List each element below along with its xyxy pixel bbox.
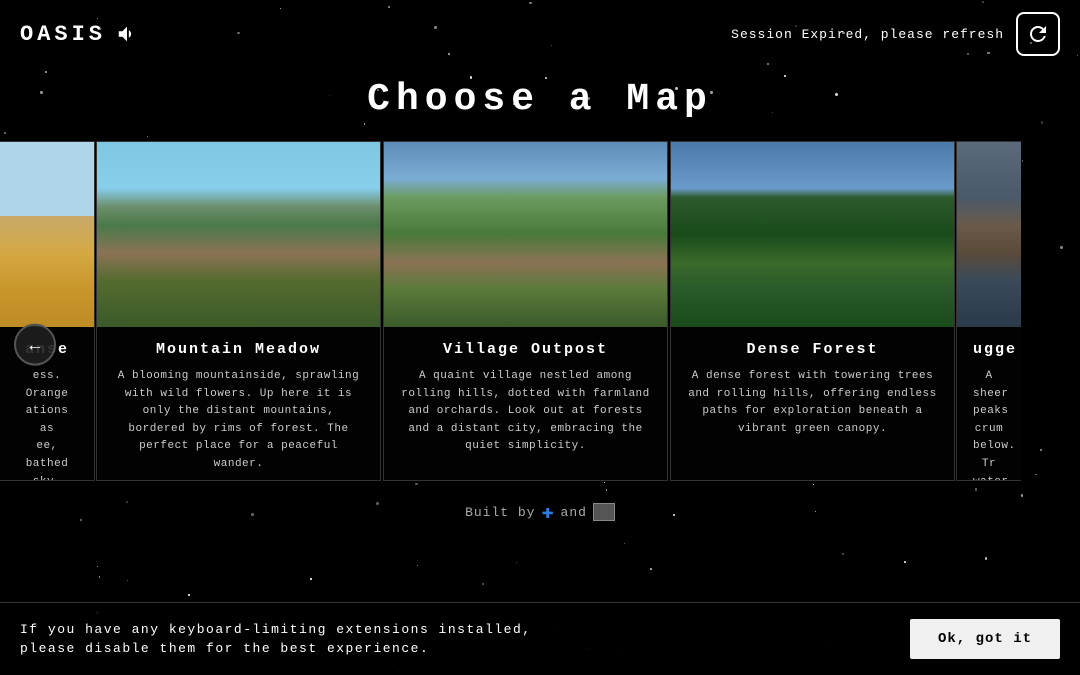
carousel-track: anse ess. Orangeations asee, bathedsky. …: [0, 141, 1080, 481]
ok-got-it-button[interactable]: Ok, got it: [910, 619, 1060, 659]
map-card-rugged[interactable]: ugge A sheerpeaks crumbelow. Trwater, ar…: [956, 141, 1021, 481]
map-info-mountain-meadow: Mountain Meadow A blooming mountainside,…: [97, 327, 380, 481]
built-by-text: Built by: [465, 505, 535, 520]
session-expired-text: Session Expired, please refresh: [731, 27, 1004, 42]
footer: Built by ✚ and: [0, 499, 1080, 525]
map-desc-landscape: ess. Orangeations asee, bathedsky. Ready…: [16, 368, 78, 480]
carousel-prev-button[interactable]: ←: [14, 324, 56, 366]
logo: OASIS: [20, 22, 106, 47]
header-right: Session Expired, please refresh: [731, 12, 1060, 56]
notification-line2: please disable them for the best experie…: [20, 641, 429, 656]
page-title: Choose a Map: [0, 78, 1080, 121]
and-text: and: [561, 505, 587, 520]
volume-icon[interactable]: [116, 23, 138, 45]
map-name-village-outpost: Village Outpost: [400, 341, 651, 358]
map-image-dense-forest: [671, 142, 954, 327]
header: OASIS Session Expired, please refresh: [0, 0, 1080, 68]
map-image-rugged: [957, 142, 1021, 327]
map-desc-rugged: A sheerpeaks crumbelow. Trwater, arocks.…: [973, 368, 1005, 480]
header-left: OASIS: [20, 22, 138, 47]
map-card-mountain-meadow[interactable]: Mountain Meadow A blooming mountainside,…: [96, 141, 381, 481]
map-card-dense-forest[interactable]: Dense Forest A dense forest with towerin…: [670, 141, 955, 481]
map-name-dense-forest: Dense Forest: [687, 341, 938, 358]
box-icon: [593, 503, 615, 521]
notification-text: If you have any keyboard-limiting extens…: [20, 620, 532, 659]
map-card-landscape[interactable]: anse ess. Orangeations asee, bathedsky. …: [0, 141, 95, 481]
map-name-rugged: ugge: [973, 341, 1005, 358]
map-info-dense-forest: Dense Forest A dense forest with towerin…: [671, 327, 954, 480]
map-image-village-outpost: [384, 142, 667, 327]
refresh-button[interactable]: [1016, 12, 1060, 56]
map-info-village-outpost: Village Outpost A quaint village nestled…: [384, 327, 667, 480]
map-desc-dense-forest: A dense forest with towering trees and r…: [687, 368, 938, 438]
map-desc-village-outpost: A quaint village nestled among rolling h…: [400, 368, 651, 456]
plus-icon: ✚: [541, 499, 554, 525]
map-desc-mountain-meadow: A blooming mountainside, sprawling with …: [113, 368, 364, 474]
map-image-mountain-meadow: [97, 142, 380, 327]
notification-bar: If you have any keyboard-limiting extens…: [0, 602, 1080, 675]
notification-line1: If you have any keyboard-limiting extens…: [20, 622, 532, 637]
map-info-rugged: ugge A sheerpeaks crumbelow. Trwater, ar…: [957, 327, 1021, 480]
prev-arrow-icon: ←: [26, 334, 44, 355]
map-carousel: anse ess. Orangeations asee, bathedsky. …: [0, 141, 1080, 481]
map-card-village-outpost[interactable]: Village Outpost A quaint village nestled…: [383, 141, 668, 481]
map-image-landscape: [0, 142, 94, 327]
map-name-mountain-meadow: Mountain Meadow: [113, 341, 364, 358]
